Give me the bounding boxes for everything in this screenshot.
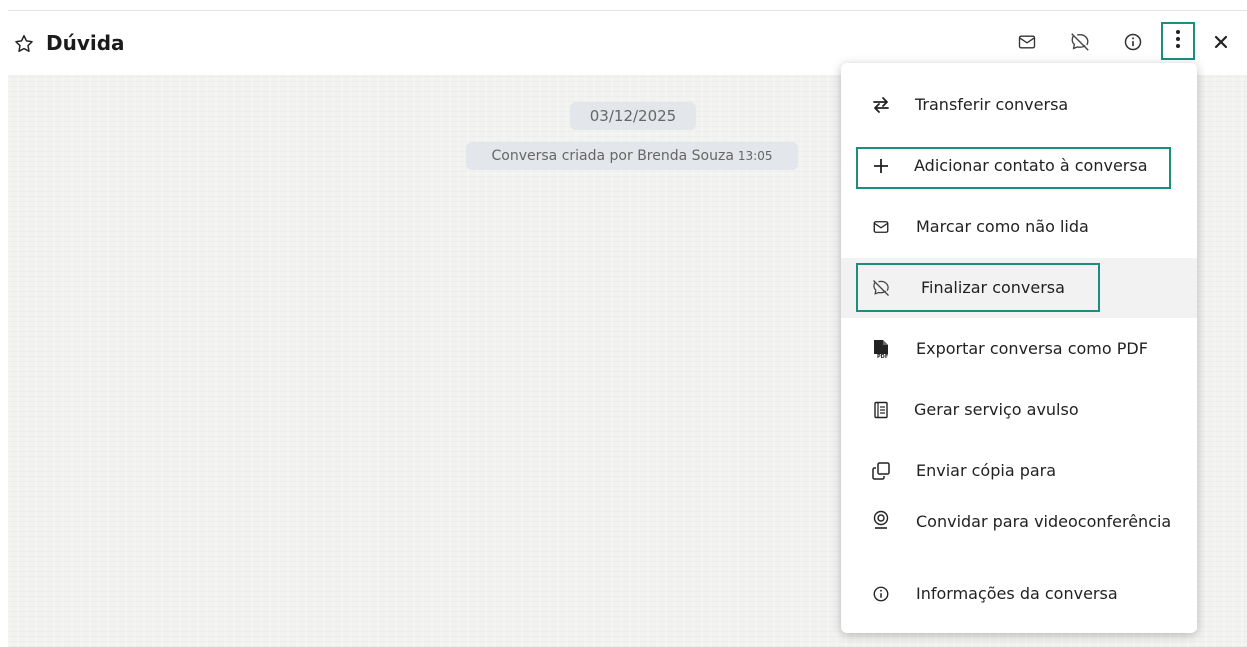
menu-item-send-copy[interactable]: Enviar cópia para [841,441,1197,501]
event-text: Conversa criada por Brenda Souza [491,148,734,164]
date-separator: 03/12/2025 [570,102,696,130]
menu-item-export-pdf[interactable]: PDF Exportar conversa como PDF [841,319,1197,379]
svg-text:PDF: PDF [877,354,888,359]
menu-item-label: Transferir conversa [915,95,1069,114]
more-options-button[interactable] [1161,22,1195,60]
mail-icon[interactable] [1014,29,1040,55]
menu-item-info[interactable]: Informações da conversa [841,564,1197,624]
star-icon[interactable] [13,33,35,55]
menu-item-transfer[interactable]: Transferir conversa [841,75,1197,135]
conversation-options-menu: Transferir conversa Adicionar contato à … [841,63,1197,633]
highlight-add-contact [856,147,1171,189]
document-icon [869,398,893,422]
menu-item-label: Informações da conversa [916,584,1118,603]
mail-icon [869,215,893,239]
menu-item-label: Enviar cópia para [916,461,1057,480]
conversation-title: Dúvida [46,31,125,55]
chat-off-icon[interactable] [1067,29,1093,55]
event-time: 13:05 [737,149,773,163]
menu-item-label: Marcar como não lida [916,217,1089,236]
copy-icon [869,459,893,483]
menu-item-label: Gerar serviço avulso [914,400,1079,419]
menu-item-label: Exportar conversa como PDF [916,339,1148,358]
transfer-icon [869,93,893,117]
pdf-icon: PDF [869,337,893,361]
highlight-finish [856,263,1100,312]
menu-item-label: Convidar para videoconferência [916,512,1172,531]
info-icon [869,582,893,606]
info-icon[interactable] [1120,29,1146,55]
menu-item-mark-unread[interactable]: Marcar como não lida [841,197,1197,257]
close-icon[interactable] [1208,29,1234,55]
system-event-message: Conversa criada por Brenda Souza 13:05 [466,142,798,170]
menu-item-video[interactable]: Convidar para videoconferência [841,502,1197,564]
more-vertical-icon [1175,29,1181,53]
menu-item-service[interactable]: Gerar serviço avulso [841,380,1197,440]
